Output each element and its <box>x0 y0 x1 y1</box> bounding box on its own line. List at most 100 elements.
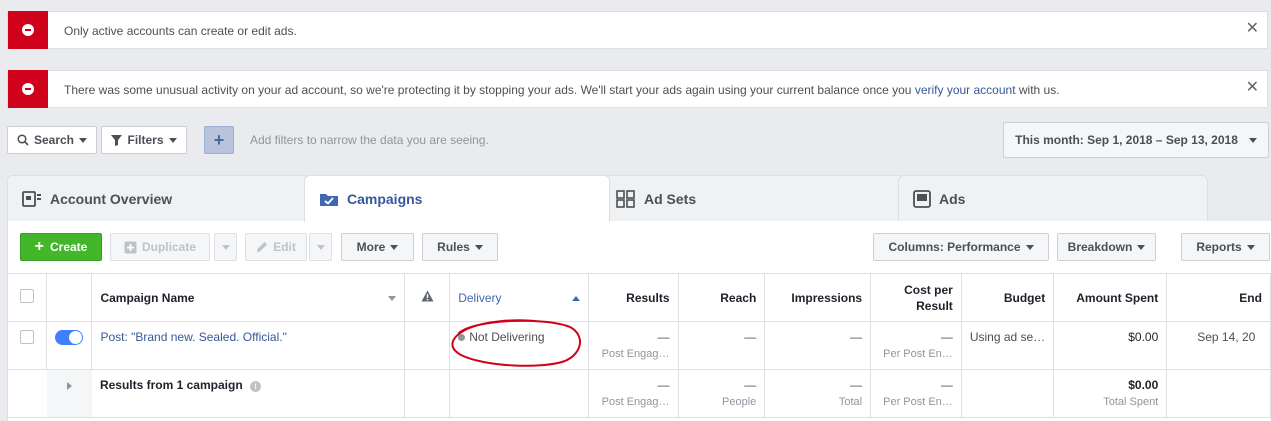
search-button[interactable]: Search <box>7 126 97 154</box>
edit-dropdown[interactable] <box>309 233 332 261</box>
search-icon <box>17 134 29 146</box>
results-cell: — Post Engag… <box>587 321 679 370</box>
tab-ads[interactable]: Ads <box>898 175 1208 221</box>
chevron-down-icon <box>316 244 325 250</box>
select-all-cell <box>6 273 48 322</box>
chevron-down-icon <box>390 244 399 250</box>
chevron-down-icon[interactable] <box>388 295 397 301</box>
summary-cost-sub: Per Post En… <box>883 396 953 408</box>
summary-amount-sub: Total Spent <box>1103 396 1159 408</box>
warning-icon <box>421 290 434 302</box>
campaign-name-header-label: Campaign Name <box>100 290 195 305</box>
columns-button[interactable]: Columns: Performance <box>873 233 1049 261</box>
breakdown-label: Breakdown <box>1067 240 1133 254</box>
campaign-name-header[interactable]: Campaign Name <box>91 273 406 322</box>
reports-button[interactable]: Reports <box>1181 233 1270 261</box>
filter-bar: Search Filters + Add filters to narrow t… <box>0 118 1271 164</box>
edit-label: Edit <box>273 240 296 254</box>
cost-header-line1: Cost per <box>904 282 953 297</box>
close-icon[interactable]: ✕ <box>1246 20 1259 38</box>
summary-results-value: — <box>657 378 670 392</box>
filter-input-placeholder[interactable]: Add filters to narrow the data you are s… <box>250 133 489 147</box>
tab-campaigns[interactable]: Campaigns <box>304 175 610 222</box>
cost-cell: — Per Post En… <box>870 321 962 370</box>
ads-icon <box>913 189 931 208</box>
campaign-folder-icon <box>320 194 338 206</box>
results-sub: Post Engag… <box>601 348 670 360</box>
more-button[interactable]: More <box>341 233 414 261</box>
chevron-down-icon <box>1137 244 1146 250</box>
duplicate-icon <box>124 241 137 253</box>
rules-button[interactable]: Rules <box>422 233 498 261</box>
date-range-picker[interactable]: This month: Sep 1, 2018 – Sep 13, 2018 <box>1003 122 1269 158</box>
alert-message: Only active accounts can create or edit … <box>64 24 297 38</box>
chevron-down-icon <box>168 137 177 143</box>
ends-cell: Sep 14, 20 <box>1166 321 1271 370</box>
plus-icon: + <box>34 238 44 255</box>
toggle-cell <box>46 321 93 370</box>
campaign-name-link[interactable]: Post: "Brand new. Sealed. Official." <box>100 330 286 344</box>
edit-button[interactable]: Edit <box>245 233 307 261</box>
alert-text-end: with us. <box>1015 83 1060 97</box>
summary-budget-cell <box>960 369 1055 418</box>
verify-account-link[interactable]: verify your account <box>915 83 1016 97</box>
summary-select-cell <box>6 369 47 418</box>
info-icon[interactable]: i <box>250 381 261 392</box>
filters-button[interactable]: Filters <box>101 126 187 154</box>
tab-label: Ad Sets <box>644 190 697 207</box>
summary-expand-cell <box>46 369 92 418</box>
delivery-header-label: Delivery <box>458 290 502 305</box>
summary-ends-cell <box>1166 369 1271 418</box>
tab-label: Ads <box>939 190 966 207</box>
summary-amount-cell: $0.00 Total Spent <box>1053 369 1168 418</box>
budget-header[interactable]: Budget <box>960 273 1055 322</box>
impressions-header[interactable]: Impressions <box>764 273 872 322</box>
summary-warning-cell <box>404 369 451 418</box>
add-filter-button[interactable]: + <box>204 126 234 154</box>
duplicate-button[interactable]: Duplicate <box>110 233 210 261</box>
results-value: — <box>657 330 670 344</box>
error-icon <box>8 11 48 49</box>
table-row[interactable]: Post: "Brand new. Sealed. Official." Not… <box>6 321 1271 370</box>
budget-cell: Using ad se… <box>960 321 1055 370</box>
alert-text: There was some unusual activity on your … <box>64 83 915 97</box>
results-header[interactable]: Results <box>587 273 679 322</box>
filters-label: Filters <box>127 133 164 147</box>
chevron-down-icon <box>474 244 483 250</box>
tab-ad-sets[interactable]: Ad Sets <box>601 175 905 221</box>
summary-impressions-value: — <box>850 378 863 392</box>
select-all-checkbox[interactable] <box>20 289 35 303</box>
cost-header-line2: Result <box>916 298 953 313</box>
date-range-label: This month: Sep 1, 2018 – Sep 13, 2018 <box>1015 133 1238 147</box>
create-button[interactable]: + Create <box>20 233 102 261</box>
chevron-down-icon <box>1025 244 1034 250</box>
cost-per-result-header[interactable]: Cost per Result <box>870 273 962 322</box>
reach-cell: — <box>677 321 766 370</box>
summary-reach-cell: — People <box>677 369 766 418</box>
search-label: Search <box>33 133 75 147</box>
tab-account-overview[interactable]: Account Overview <box>7 175 309 221</box>
amount-spent-cell: $0.00 <box>1053 321 1168 370</box>
summary-label: Results from 1 campaign <box>99 378 243 392</box>
columns-label: Columns: Performance <box>888 240 1021 254</box>
cost-value: — <box>940 330 953 344</box>
alert-message: There was some unusual activity on your … <box>64 83 1060 97</box>
summary-label-cell: Results from 1 campaign i <box>91 369 406 418</box>
duplicate-dropdown[interactable] <box>214 233 237 261</box>
more-label: More <box>356 240 386 254</box>
summary-row: Results from 1 campaign i — Post Engag… —… <box>6 369 1271 418</box>
ends-header[interactable]: End <box>1166 273 1271 322</box>
warning-header <box>404 273 451 322</box>
chevron-right-icon[interactable] <box>66 382 72 390</box>
tab-label: Account Overview <box>50 190 173 207</box>
row-checkbox[interactable] <box>20 330 35 344</box>
reach-header[interactable]: Reach <box>677 273 766 322</box>
breakdown-button[interactable]: Breakdown <box>1057 233 1156 261</box>
amount-spent-header[interactable]: Amount Spent <box>1053 273 1168 322</box>
red-annotation-circle <box>451 319 581 367</box>
warning-cell <box>404 321 451 370</box>
close-icon[interactable]: ✕ <box>1246 79 1259 97</box>
campaign-on-off-toggle[interactable] <box>55 330 84 345</box>
summary-reach-value: — <box>744 378 757 392</box>
error-icon <box>8 70 48 108</box>
